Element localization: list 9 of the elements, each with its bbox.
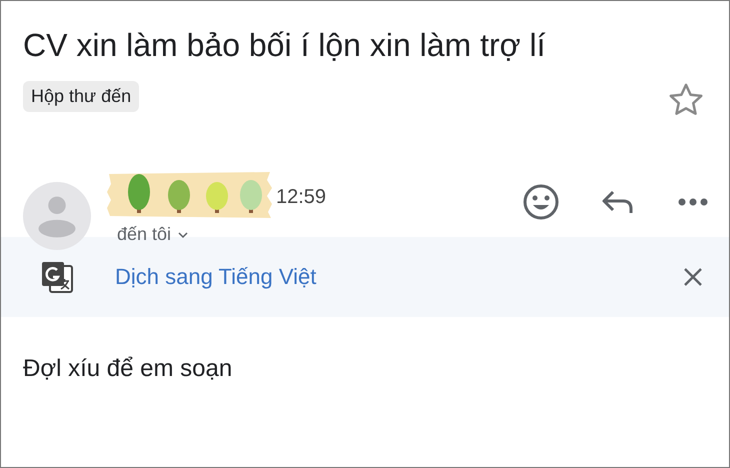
smiley-icon[interactable] bbox=[521, 182, 561, 222]
avatar-icon bbox=[23, 182, 91, 250]
translate-icon bbox=[39, 259, 75, 295]
message-time: 12:59 bbox=[276, 186, 326, 208]
translate-link[interactable]: Dịch sang Tiếng Việt bbox=[115, 264, 316, 290]
recipient-toggle[interactable]: đến tôi bbox=[117, 224, 190, 245]
email-subject: CV xin làm bảo bối í lộn xin làm trợ lí bbox=[23, 26, 546, 65]
inbox-label[interactable]: Hộp thư đến bbox=[23, 81, 140, 112]
message-body: Đợl xíu để em soạn bbox=[23, 355, 234, 383]
